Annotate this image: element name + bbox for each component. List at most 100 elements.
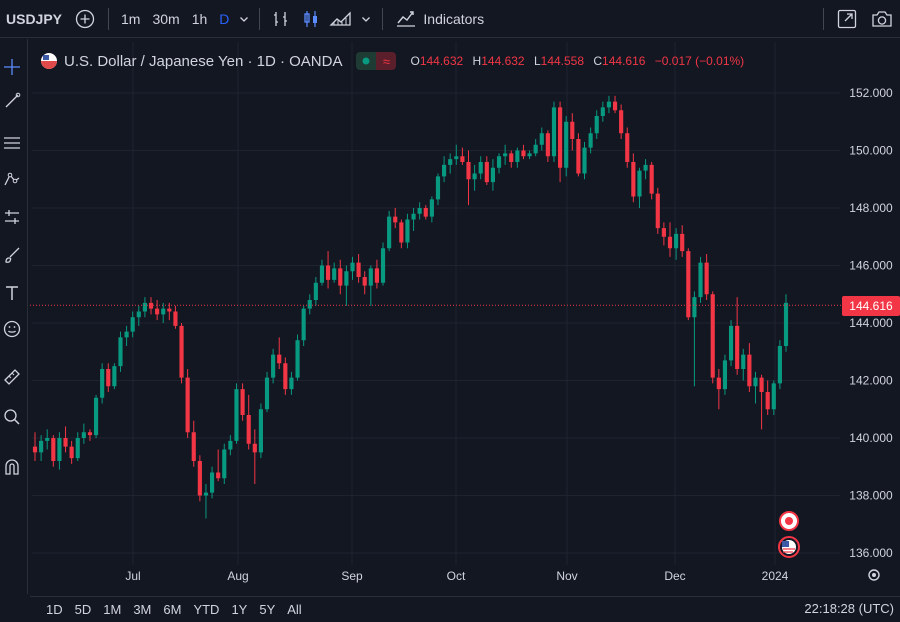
candle-body [271, 354, 276, 378]
axis-settings-icon[interactable] [868, 569, 880, 581]
candle-body [338, 268, 343, 286]
candle-body [325, 265, 331, 280]
candle-body [545, 133, 550, 157]
price-chart[interactable]: 152.000 150.000 148.000 146.000 144.000 142.0… [0, 0, 900, 622]
candle-body [539, 133, 544, 145]
candle-body [680, 233, 685, 252]
low-label: L [533, 54, 541, 68]
candle-body [136, 311, 141, 318]
time-tick-label: Nov [556, 569, 577, 583]
candle-body [203, 492, 209, 496]
price-tick-label: 148.000 [849, 201, 893, 215]
range-ytd[interactable]: YTD [187, 602, 225, 617]
price-tick-label: 138.000 [849, 489, 893, 503]
time-tick-label: Sep [341, 569, 363, 583]
candle-body [240, 389, 245, 415]
candle-body [527, 153, 532, 157]
range-1d[interactable]: 1D [40, 602, 69, 617]
candle-body [423, 208, 428, 217]
candle-body [148, 302, 154, 309]
candle-body [301, 308, 306, 341]
low-value: 144.558 [540, 54, 585, 68]
candle-body [118, 337, 123, 367]
candle-body [509, 153, 514, 162]
candle-body [600, 107, 605, 116]
range-1y[interactable]: 1Y [225, 602, 253, 617]
candle-body [344, 271, 349, 286]
candle-body [173, 311, 178, 326]
time-tick-label: Oct [447, 569, 466, 583]
candle-body [710, 294, 715, 378]
candle-body [686, 251, 691, 318]
candle-body [63, 438, 68, 447]
candle-body [631, 162, 636, 197]
candle-body [674, 233, 679, 249]
high-value: 144.632 [481, 54, 525, 68]
range-3m[interactable]: 3M [127, 602, 157, 617]
candle-body [417, 208, 422, 214]
candle-body [100, 369, 105, 398]
candle-body [661, 228, 666, 237]
candle-body [588, 133, 593, 148]
candle-body [93, 397, 99, 436]
candle-body [319, 265, 325, 283]
candle-body [570, 121, 575, 139]
candle-body [466, 162, 471, 180]
candle-body [362, 277, 367, 286]
candle-body [258, 409, 263, 453]
status-dot-icon [356, 52, 377, 70]
candle-body [411, 213, 416, 220]
time-axis: Jul Aug Sep Oct Nov Dec 2024 [125, 569, 788, 583]
legend-toggle[interactable]: ≈ [356, 52, 397, 70]
candle-body [209, 472, 215, 493]
candle-body [716, 377, 721, 390]
candle-body [747, 354, 752, 387]
candle-body [460, 156, 465, 162]
candle-body [625, 133, 630, 162]
candle-body [332, 268, 337, 280]
candle-body [442, 164, 447, 177]
us-japan-flag-icon [41, 53, 57, 69]
candle-body [222, 449, 227, 479]
candle-body [783, 302, 789, 346]
range-5d[interactable]: 5D [69, 602, 98, 617]
close-value: 144.616 [602, 54, 646, 68]
price-tick-label: 152.000 [849, 86, 893, 100]
candle-body [87, 432, 93, 436]
candle-body [387, 216, 392, 249]
candle-body [435, 176, 441, 200]
range-6m[interactable]: 6M [157, 602, 187, 617]
price-tick-label: 144.000 [849, 316, 893, 330]
price-tick-label: 136.000 [849, 546, 893, 560]
price-tick-label: 146.000 [849, 259, 893, 273]
candle-body [368, 268, 373, 286]
event-marker-news[interactable] [779, 511, 799, 531]
range-5y[interactable]: 5Y [253, 602, 281, 617]
candle-body [643, 164, 648, 171]
candle-body [728, 325, 734, 361]
range-all[interactable]: All [281, 602, 307, 617]
candle-body [246, 415, 251, 444]
candle-body [692, 297, 697, 318]
candle-body [380, 248, 386, 283]
candle-body [576, 139, 581, 174]
candle-body [777, 346, 782, 384]
candle-body [264, 377, 270, 410]
candle-body [612, 101, 618, 111]
candle-body [606, 101, 612, 108]
price-tick-label: 150.000 [849, 144, 893, 158]
candle-body [429, 199, 434, 217]
candle-body [515, 150, 520, 162]
candle-body [191, 432, 196, 461]
chart-title[interactable]: U.S. Dollar / Japanese Yen · 1D · OANDA [64, 53, 342, 70]
candle-body [503, 153, 508, 157]
open-value: 144.632 [419, 54, 464, 68]
change-value: −0.017 (−0.01%) [654, 54, 745, 68]
candle-body [722, 360, 728, 390]
event-marker-us-flag[interactable] [778, 536, 800, 558]
candle-body [637, 170, 642, 197]
range-1m[interactable]: 1M [97, 602, 127, 617]
price-axis: 152.000 150.000 148.000 146.000 144.000 142.0… [849, 86, 893, 560]
utc-clock[interactable]: 22:18:28 (UTC) [804, 601, 894, 616]
candle-body [478, 162, 483, 174]
